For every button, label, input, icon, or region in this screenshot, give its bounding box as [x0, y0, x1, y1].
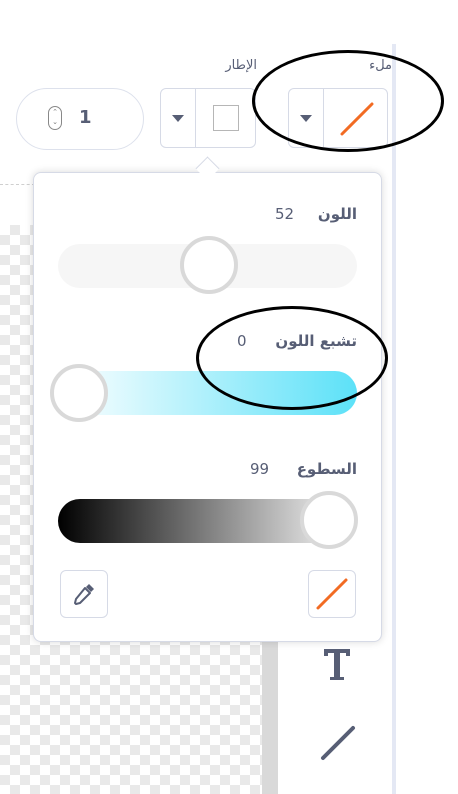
stroke-width-input[interactable]: ⌃ ⌄ 1: [16, 88, 144, 150]
line-tool-button[interactable]: [315, 720, 359, 764]
no-fill-slash-icon: [340, 102, 373, 136]
fill-label: ملء: [369, 58, 392, 73]
text-tool-icon: [324, 649, 350, 680]
color-slider-handle[interactable]: [180, 236, 238, 294]
brightness-label: السطوع: [296, 460, 357, 478]
eyedropper-button[interactable]: [60, 570, 108, 618]
chevron-down-icon: [172, 114, 184, 122]
text-tool-button[interactable]: [315, 642, 359, 686]
outline-swatch-square: [212, 105, 239, 131]
stroke-width-value[interactable]: 1: [79, 107, 92, 128]
color-value: 52: [275, 205, 295, 223]
chevron-down-icon: [300, 114, 312, 122]
color-picker-popover: اللون 52 تشبع اللون 0 السطوع 99: [33, 172, 382, 642]
saturation-label: تشبع اللون: [275, 332, 357, 350]
fill-color-picker[interactable]: [288, 88, 388, 148]
outline-swatch[interactable]: [196, 89, 255, 147]
brightness-value: 99: [250, 460, 270, 478]
fill-swatch[interactable]: [324, 89, 387, 147]
no-color-button[interactable]: [308, 570, 356, 618]
tools-panel-border: [392, 44, 396, 794]
stepper-icon[interactable]: ⌃ ⌄: [48, 106, 62, 130]
no-color-slash-icon: [316, 578, 348, 610]
brightness-slider-handle[interactable]: [300, 491, 358, 549]
fill-dropdown-button[interactable]: [289, 89, 324, 147]
saturation-slider-handle[interactable]: [50, 364, 108, 422]
outline-label: الإطار: [225, 58, 257, 73]
line-tool-icon: [321, 726, 355, 760]
color-label: اللون: [317, 205, 357, 223]
canvas-top-divider: [0, 184, 35, 185]
outline-dropdown-button[interactable]: [161, 89, 196, 147]
saturation-value: 0: [237, 332, 247, 350]
eyedropper-icon: [74, 584, 94, 605]
outline-color-picker[interactable]: [160, 88, 256, 148]
